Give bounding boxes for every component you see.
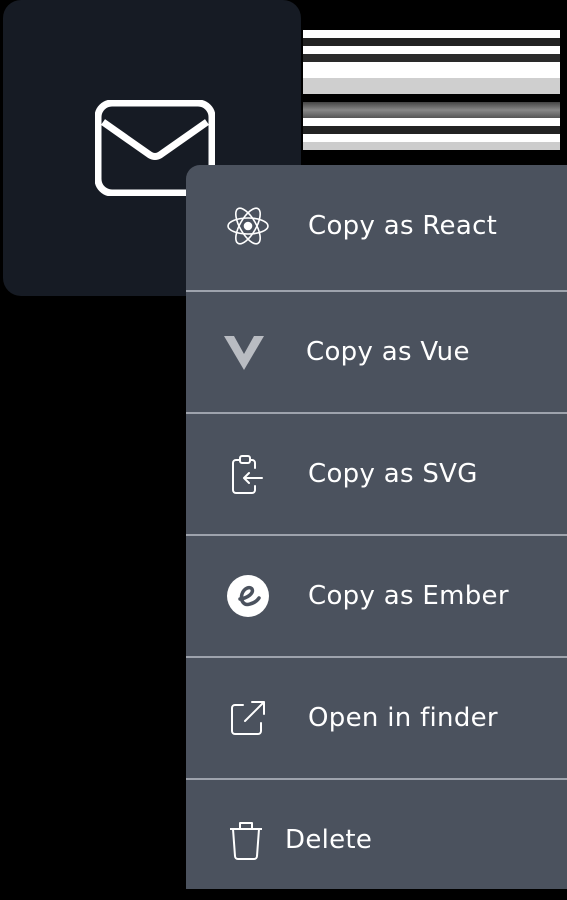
menu-item-label: Copy as SVG xyxy=(308,459,478,489)
trash-icon xyxy=(224,818,268,862)
menu-item-copy-ember[interactable]: Copy as Ember xyxy=(186,534,567,656)
menu-item-label: Copy as Ember xyxy=(308,581,509,611)
clipboard-icon xyxy=(226,452,270,496)
context-menu: Copy as React Copy as Vue Copy as SVG Co… xyxy=(186,165,567,889)
menu-item-copy-svg[interactable]: Copy as SVG xyxy=(186,412,567,534)
external-link-icon xyxy=(226,696,270,740)
menu-item-copy-react[interactable]: Copy as React xyxy=(186,165,567,287)
menu-item-copy-vue[interactable]: Copy as Vue xyxy=(186,290,567,412)
menu-item-label: Open in finder xyxy=(308,703,498,733)
menu-item-delete[interactable]: Delete xyxy=(186,778,567,900)
menu-item-label: Copy as Vue xyxy=(306,337,470,367)
menu-item-open-in-finder[interactable]: Open in finder xyxy=(186,656,567,778)
decorative-stripes xyxy=(303,30,560,152)
react-icon xyxy=(226,204,270,248)
vue-icon xyxy=(222,330,266,374)
menu-item-label: Delete xyxy=(285,825,373,855)
ember-icon xyxy=(226,574,270,618)
menu-item-label: Copy as React xyxy=(308,211,498,241)
